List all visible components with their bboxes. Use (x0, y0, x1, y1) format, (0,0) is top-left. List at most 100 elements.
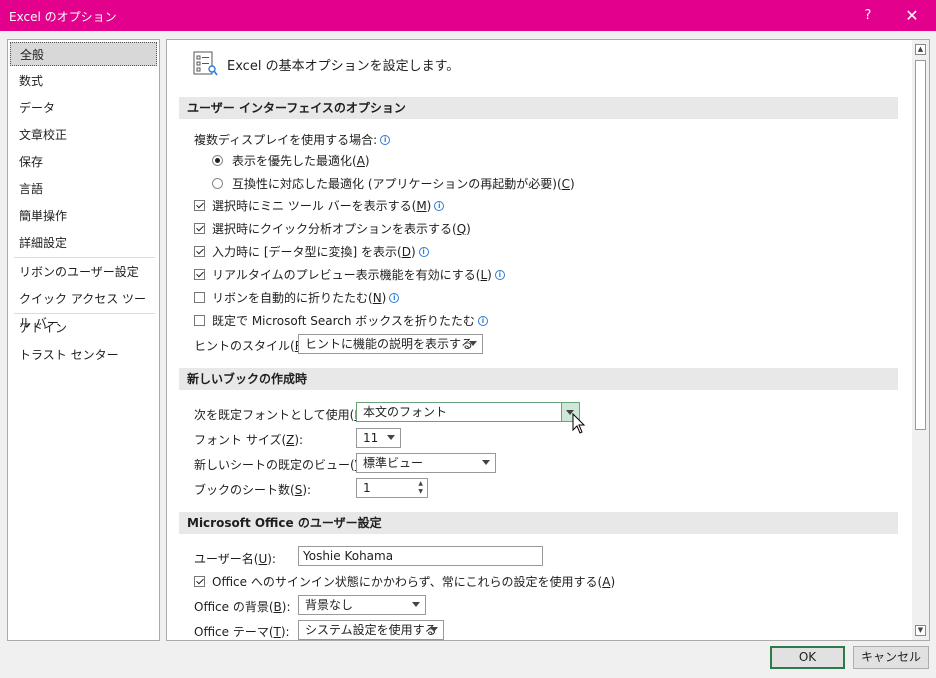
chevron-down-icon (412, 602, 420, 607)
options-sidebar: 全般 数式 データ 文章校正 保存 言語 簡単操作 詳細設定 リボンのユーザー設… (7, 39, 160, 641)
user-name-input[interactable]: Yoshie Kohama (298, 546, 543, 566)
checkbox-data-type[interactable]: 入力時に [データ型に変換] を表示(D) i (194, 243, 429, 260)
checkbox[interactable] (194, 576, 205, 587)
mouse-cursor-icon (572, 413, 586, 434)
sidebar-item-quick-access-toolbar[interactable]: クイック アクセス ツール バー (10, 287, 157, 330)
checkbox-label-end: ) (410, 244, 416, 259)
checkbox-quick-analysis[interactable]: 選択時にクイック分析オプションを表示する(Q) (194, 220, 471, 237)
access-key: S (294, 482, 303, 497)
info-icon: i (494, 269, 505, 280)
checkbox-collapse-search[interactable]: 既定で Microsoft Search ボックスを折りたたむ i (194, 312, 488, 329)
scroll-down-icon[interactable]: ▼ (915, 625, 926, 636)
label-text-end: ): (281, 599, 291, 614)
scroll-up-icon[interactable]: ▲ (915, 44, 926, 55)
default-view-dropdown[interactable]: 標準ビュー (356, 453, 496, 473)
label-text: 次を既定フォントとして使用( (194, 408, 355, 422)
user-name-label: ユーザー名(U): (194, 550, 276, 567)
checkbox-label-end: ) (610, 574, 616, 589)
sidebar-separator (14, 313, 155, 314)
sidebar-item-language[interactable]: 言語 (10, 177, 157, 201)
radio-button[interactable] (212, 178, 223, 189)
content-scrollbar[interactable]: ▲ ▼ (912, 40, 929, 640)
checkbox-label: Office へのサインイン状態にかかわらず、常にこれらの設定を使用する( (212, 575, 603, 589)
radio-optimize-appearance[interactable]: 表示を優先した最適化(A) (212, 152, 370, 169)
general-options-icon (193, 51, 218, 76)
office-theme-dropdown[interactable]: システム設定を使用する (298, 620, 444, 640)
access-key: A (356, 153, 365, 168)
help-button[interactable]: ? (846, 0, 890, 31)
sidebar-item-trust-center[interactable]: トラスト センター (10, 343, 157, 367)
chevron-down-icon (469, 341, 477, 346)
radio-optimize-compatibility[interactable]: 互換性に対応した最適化 (アプリケーションの再起動が必要)(C) (212, 175, 575, 192)
checkbox-label: リアルタイムのプレビュー表示機能を有効にする( (212, 268, 481, 282)
office-background-label: Office の背景(B): (194, 598, 291, 615)
checkbox-label: リボンを自動的に折りたたむ( (212, 291, 373, 305)
checkbox[interactable] (194, 223, 205, 234)
checkbox[interactable] (194, 292, 205, 303)
sidebar-item-proofing[interactable]: 文章校正 (10, 123, 157, 147)
access-key: C (561, 176, 571, 191)
label-text-end: ): (267, 551, 276, 566)
sheet-count-spinner[interactable]: 1 ▲ ▼ (356, 478, 428, 498)
sheet-count-label: ブックのシート数(S): (194, 481, 311, 498)
checkbox-label: 選択時にミニ ツール バーを表示する( (212, 199, 417, 213)
checkbox-live-preview[interactable]: リアルタイムのプレビュー表示機能を有効にする(L) i (194, 266, 505, 283)
checkbox[interactable] (194, 269, 205, 280)
checkbox[interactable] (194, 315, 205, 326)
label-text: ユーザー名( (194, 552, 259, 566)
label-text-end: ): (294, 432, 304, 447)
checkbox-mini-toolbar[interactable]: 選択時にミニ ツール バーを表示する(M) i (194, 197, 445, 214)
label-text: ヒントのスタイル( (194, 339, 295, 353)
section-new-workbook: 新しいブックの作成時 (179, 368, 898, 390)
radio-label-end: ) (570, 176, 575, 191)
font-size-label: フォント サイズ(Z): (194, 431, 303, 448)
dropdown-value: 背景なし (305, 598, 354, 612)
dropdown-value: ヒントに機能の説明を表示する (305, 337, 474, 351)
checkbox-label-end: ) (487, 267, 492, 282)
access-key: L (480, 267, 488, 282)
label-text: Office テーマ( (194, 625, 274, 639)
sidebar-separator (14, 257, 155, 258)
title-bar: Excel のオプション ? ✕ (0, 0, 936, 31)
tip-style-dropdown[interactable]: ヒントに機能の説明を表示する (298, 334, 483, 354)
content-header-text: Excel の基本オプションを設定します。 (227, 58, 460, 74)
label-text: Office の背景( (194, 600, 274, 614)
sidebar-item-accessibility[interactable]: 簡単操作 (10, 204, 157, 228)
checkbox-label-end: ) (426, 198, 432, 213)
label-text: フォント サイズ( (194, 433, 287, 447)
sidebar-item-addins[interactable]: アドイン (10, 316, 157, 340)
sidebar-item-customize-ribbon[interactable]: リボンのユーザー設定 (10, 260, 157, 284)
sidebar-item-formulas[interactable]: 数式 (10, 69, 157, 93)
cancel-button[interactable]: キャンセル (853, 646, 929, 669)
scroll-thumb[interactable] (915, 60, 926, 430)
info-icon: i (389, 292, 400, 303)
ok-button[interactable]: OK (770, 646, 845, 669)
radio-button[interactable] (212, 155, 223, 166)
checkbox-always-use[interactable]: Office へのサインイン状態にかかわらず、常にこれらの設定を使用する(A) (194, 573, 615, 590)
sidebar-item-general[interactable]: 全般 (10, 42, 157, 66)
sidebar-item-advanced[interactable]: 詳細設定 (10, 231, 157, 255)
dropdown-value: 標準ビュー (363, 456, 424, 470)
default-font-dropdown[interactable]: 本文のフォント (356, 402, 580, 422)
access-key: T (273, 624, 281, 639)
chevron-down-icon (387, 435, 395, 440)
access-key: U (258, 551, 268, 566)
default-font-label: 次を既定フォントとして使用(N): (194, 406, 372, 423)
checkbox-collapse-ribbon[interactable]: リボンを自動的に折りたたむ(N) i (194, 289, 400, 306)
office-background-dropdown[interactable]: 背景なし (298, 595, 426, 615)
checkbox[interactable] (194, 200, 205, 211)
default-view-label: 新しいシートの既定のビュー(V): (194, 456, 372, 473)
radio-label-end: ) (364, 153, 370, 168)
font-size-dropdown[interactable]: 11 (356, 428, 401, 448)
checkbox[interactable] (194, 246, 205, 257)
spinner-value: 1 (363, 481, 371, 495)
close-button[interactable]: ✕ (890, 0, 934, 31)
spinner-arrows-icon[interactable]: ▲ ▼ (418, 480, 423, 496)
access-key: D (401, 244, 411, 259)
sidebar-item-data[interactable]: データ (10, 96, 157, 120)
sidebar-item-save[interactable]: 保存 (10, 150, 157, 174)
label-text-end: ): (302, 482, 312, 497)
section-ui-options: ユーザー インターフェイスのオプション (179, 97, 898, 119)
section-office-personalize: Microsoft Office のユーザー設定 (179, 512, 898, 534)
label-text: ブックのシート数( (194, 483, 295, 497)
